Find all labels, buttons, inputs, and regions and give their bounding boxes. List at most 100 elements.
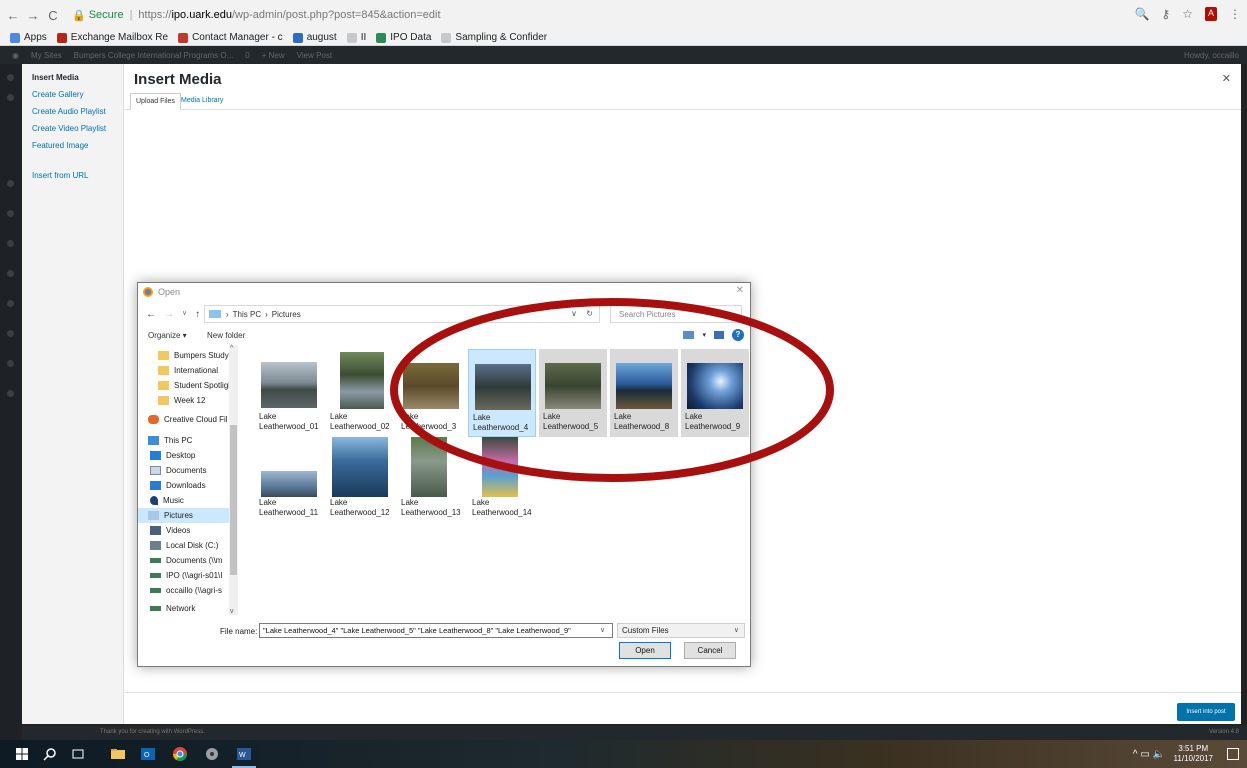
nav-item[interactable]: IPO (\\agri-s01\I bbox=[150, 568, 237, 583]
nav-item[interactable]: Documents (\\m bbox=[150, 553, 237, 568]
organize-button[interactable]: Organize ▾ bbox=[148, 331, 187, 340]
reload-icon[interactable]: C bbox=[46, 8, 60, 23]
admin-bar-site[interactable]: Bumpers College International Programs O… bbox=[74, 51, 234, 60]
bookmark-item[interactable]: august bbox=[292, 32, 337, 43]
back-icon[interactable]: ← bbox=[6, 8, 20, 23]
tab-upload-files[interactable]: Upload Files bbox=[130, 93, 181, 110]
nav-scrollbar[interactable]: ^ v bbox=[229, 345, 238, 615]
menu-create-video-playlist[interactable]: Create Video Playlist bbox=[32, 124, 106, 133]
close-icon[interactable]: ✕ bbox=[1222, 72, 1231, 85]
volume-icon[interactable]: 🔈 bbox=[1153, 749, 1165, 760]
url-scheme: https:// bbox=[138, 9, 172, 21]
chevron-down-icon[interactable]: ∨ bbox=[600, 626, 605, 634]
file-tile[interactable]: Lake Leatherwood_11 bbox=[255, 435, 323, 523]
scroll-thumb[interactable] bbox=[230, 425, 237, 575]
open-button[interactable]: Open bbox=[619, 642, 671, 659]
this-pc-icon bbox=[209, 310, 221, 318]
nav-item[interactable]: occaillo (\\agri-s bbox=[150, 583, 237, 598]
nav-item[interactable]: Local Disk (C:) bbox=[150, 538, 237, 553]
menu-icon[interactable]: ⋮ bbox=[1229, 7, 1241, 21]
bookmark-item[interactable]: Contact Manager - c bbox=[178, 32, 283, 43]
menu-create-audio-playlist[interactable]: Create Audio Playlist bbox=[32, 107, 106, 116]
clock[interactable]: 3:51 PM 11/10/2017 bbox=[1174, 744, 1213, 764]
nav-item[interactable]: Week 12 bbox=[158, 393, 237, 408]
media-player-icon[interactable] bbox=[204, 746, 220, 762]
nav-item[interactable]: Videos bbox=[150, 523, 237, 538]
admin-bar-my-sites[interactable]: My Sites bbox=[31, 51, 62, 60]
bookmark-item[interactable]: Sampling & Confider bbox=[441, 32, 547, 43]
breadcrumb-pictures[interactable]: Pictures bbox=[272, 310, 301, 319]
posts-icon[interactable] bbox=[7, 94, 14, 101]
menu-featured-image[interactable]: Featured Image bbox=[32, 141, 88, 150]
comments-icon[interactable] bbox=[7, 240, 14, 247]
file-tile[interactable]: Lake Leatherwood_01 bbox=[255, 349, 323, 437]
nav-item[interactable]: Documents bbox=[150, 463, 237, 478]
search-icon[interactable] bbox=[42, 746, 58, 762]
nav-item[interactable]: Music bbox=[150, 493, 237, 508]
nav-item[interactable]: Pictures bbox=[138, 508, 237, 523]
admin-bar-comments[interactable]: 0 bbox=[245, 51, 249, 60]
dialog-close-icon[interactable]: ✕ bbox=[736, 285, 744, 296]
chevron-up-icon[interactable]: ^ bbox=[1133, 749, 1138, 760]
bookmark-item[interactable]: IPO Data bbox=[376, 32, 431, 43]
task-view-icon[interactable] bbox=[70, 746, 86, 762]
nav-item[interactable]: Student Spotligh bbox=[158, 378, 237, 393]
bookmark-item[interactable]: Apps bbox=[10, 32, 47, 43]
settings-icon[interactable] bbox=[7, 390, 14, 397]
tools-icon[interactable] bbox=[7, 360, 14, 367]
nav-item[interactable]: Desktop bbox=[150, 448, 237, 463]
pages-icon[interactable] bbox=[7, 210, 14, 217]
bookmark-item[interactable]: Exchange Mailbox Re bbox=[56, 32, 168, 43]
appearance-icon[interactable] bbox=[7, 270, 14, 277]
file-tile[interactable]: Lake Leatherwood_12 bbox=[326, 435, 394, 523]
doc-icon bbox=[150, 466, 161, 475]
forward-icon[interactable]: → bbox=[26, 8, 40, 23]
menu-insert-media[interactable]: Insert Media bbox=[32, 73, 79, 82]
recent-chevron-icon[interactable]: ∨ bbox=[182, 309, 187, 320]
nav-item[interactable]: This PC bbox=[148, 433, 237, 448]
wp-logo-icon[interactable]: ◉ bbox=[12, 51, 19, 60]
dashboard-icon[interactable] bbox=[7, 74, 14, 81]
notifications-icon[interactable] bbox=[1227, 748, 1239, 760]
admin-bar-new[interactable]: + New bbox=[262, 51, 285, 60]
new-folder-button[interactable]: New folder bbox=[207, 331, 245, 340]
admin-bar-howdy[interactable]: Howdy, occaillo bbox=[1184, 51, 1239, 60]
media-icon[interactable] bbox=[7, 180, 14, 187]
file-name-input[interactable]: "Lake Leatherwood_4" "Lake Leatherwood_5… bbox=[259, 623, 613, 638]
cancel-button[interactable]: Cancel bbox=[684, 642, 736, 659]
star-icon[interactable]: ☆ bbox=[1182, 7, 1193, 21]
scroll-up-icon[interactable]: ^ bbox=[230, 345, 233, 352]
key-icon[interactable]: ⚷ bbox=[1161, 7, 1170, 21]
pdf-extension-icon[interactable]: A bbox=[1204, 7, 1217, 21]
file-type-select[interactable]: Custom Files ∨ bbox=[617, 623, 745, 638]
admin-bar-view-post[interactable]: View Post bbox=[297, 51, 332, 60]
tab-media-library[interactable]: Media Library bbox=[176, 93, 228, 110]
back-icon[interactable]: ← bbox=[146, 309, 156, 320]
pics-icon bbox=[148, 511, 159, 520]
nav-item[interactable]: Downloads bbox=[150, 478, 237, 493]
zoom-icon[interactable]: 🔍 bbox=[1134, 7, 1149, 21]
network-icon[interactable]: ▭ bbox=[1140, 749, 1149, 760]
bookmark-item[interactable]: II bbox=[346, 32, 366, 43]
nav-item[interactable]: International bbox=[158, 363, 237, 378]
nav-item[interactable]: Network bbox=[150, 601, 237, 615]
menu-create-gallery[interactable]: Create Gallery bbox=[32, 90, 84, 99]
address-bar[interactable]: 🔒 Secure | https:// ipo.uark.edu /wp-adm… bbox=[72, 9, 441, 22]
file-explorer-icon[interactable] bbox=[110, 746, 126, 762]
breadcrumb-this-pc[interactable]: This PC bbox=[233, 310, 261, 319]
desk-icon bbox=[150, 451, 161, 460]
chrome-icon[interactable] bbox=[172, 746, 188, 762]
windows-start-icon[interactable] bbox=[14, 746, 30, 762]
forward-icon[interactable]: → bbox=[164, 309, 174, 320]
insert-into-post-button[interactable]: Insert into post bbox=[1177, 703, 1235, 721]
nav-item[interactable]: Creative Cloud Fil bbox=[148, 412, 237, 427]
nav-item[interactable]: Bumpers Study A bbox=[158, 348, 237, 363]
word-icon[interactable]: W bbox=[236, 746, 252, 762]
up-icon[interactable]: ↑ bbox=[195, 309, 200, 320]
menu-insert-from-url[interactable]: Insert from URL bbox=[32, 171, 88, 180]
outlook-icon[interactable]: O bbox=[140, 746, 156, 762]
users-icon[interactable] bbox=[7, 330, 14, 337]
plugins-icon[interactable] bbox=[7, 300, 14, 307]
file-tile[interactable]: Lake Leatherwood_02 bbox=[326, 349, 394, 437]
scroll-down-icon[interactable]: v bbox=[230, 608, 234, 615]
